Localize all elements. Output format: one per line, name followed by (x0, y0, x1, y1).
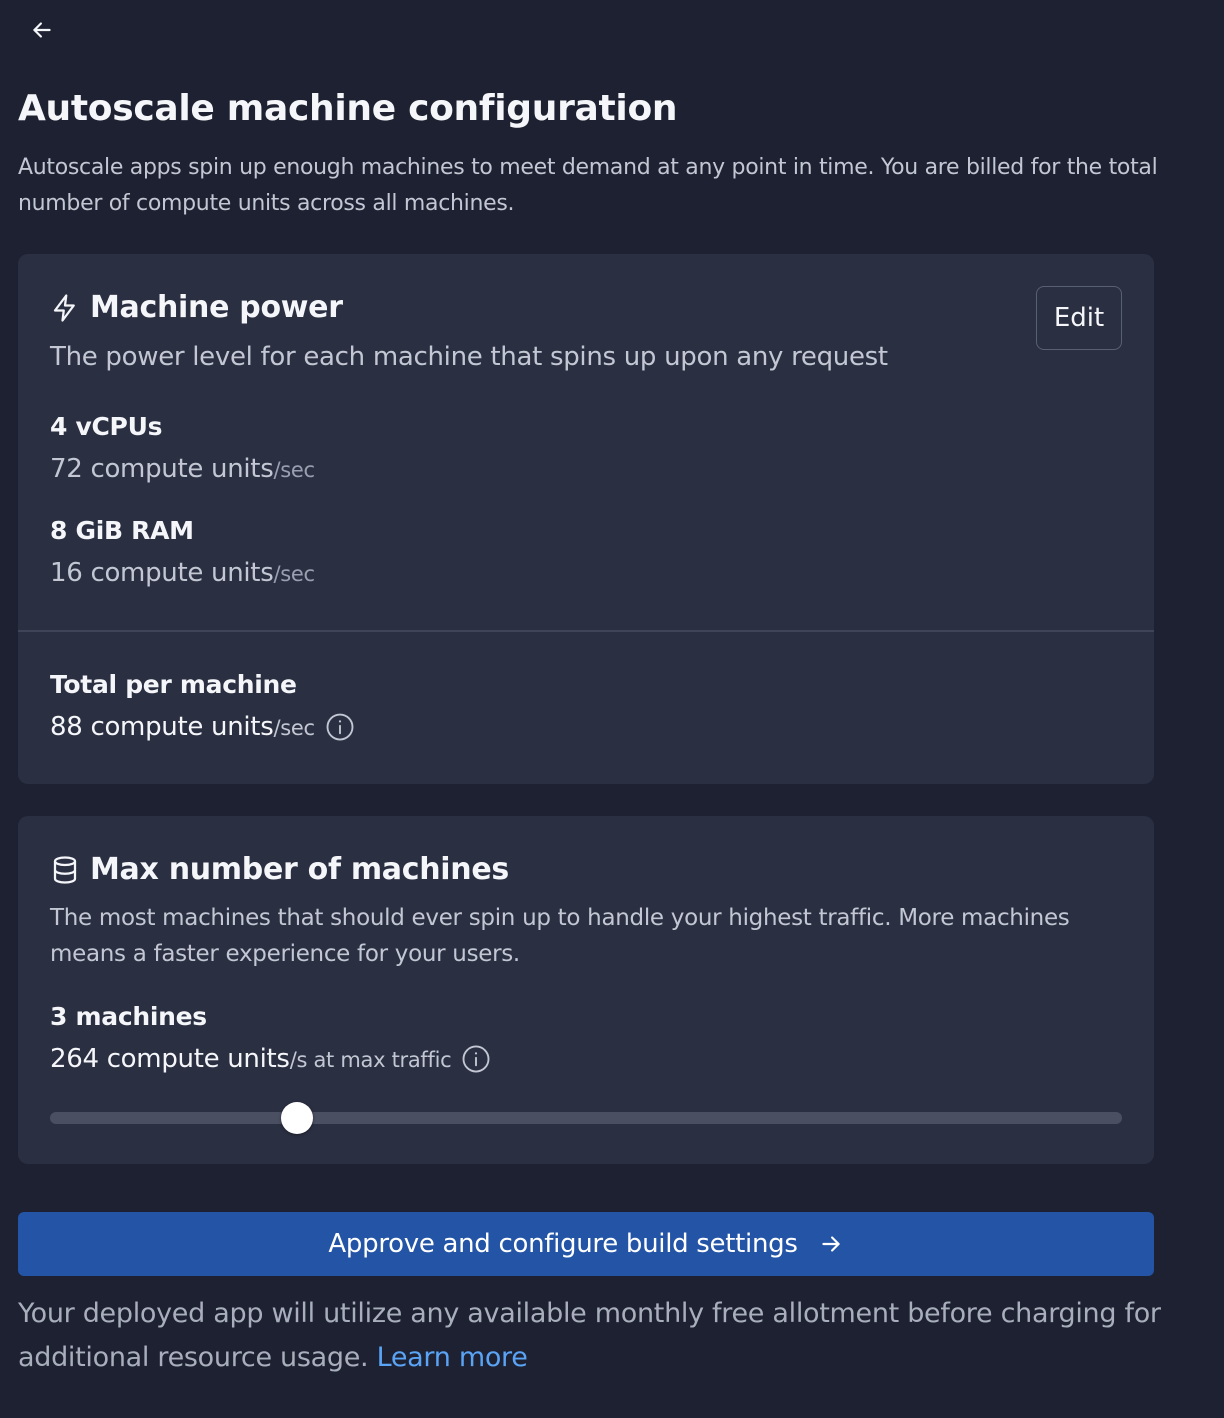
machine-count-label: 3 machines (50, 1002, 207, 1031)
max-machines-card: Max number of machines The most machines… (18, 816, 1154, 1164)
page-title: Autoscale machine configuration (18, 88, 678, 129)
machine-power-title: Machine power (90, 290, 343, 325)
max-machines-description: The most machines that should ever spin … (50, 905, 1070, 967)
lightning-icon (53, 293, 75, 322)
per-sec-unit: /sec (273, 716, 315, 740)
max-traffic-compute-units: 264 compute units/s at max traffic (50, 1044, 491, 1074)
slider-track[interactable] (50, 1112, 1122, 1124)
page-intro: Autoscale apps spin up enough machines t… (18, 155, 1158, 216)
machine-power-description: The power level for each machine that sp… (50, 342, 888, 372)
vcpu-compute-units: 72 compute units/sec (50, 454, 315, 484)
back-button[interactable] (26, 14, 58, 46)
vcpu-label: 4 vCPUs (50, 412, 163, 441)
ram-label: 8 GiB RAM (50, 516, 194, 545)
slider-thumb[interactable] (280, 1102, 313, 1134)
footer-text: Your deployed app will utilize any avail… (18, 1298, 1161, 1373)
learn-more-link[interactable]: Learn more (377, 1342, 528, 1373)
info-icon[interactable] (461, 1044, 491, 1074)
approve-button-label: Approve and configure build settings (328, 1229, 798, 1259)
edit-button[interactable]: Edit (1036, 286, 1122, 350)
total-units-value: 88 compute units (50, 712, 274, 742)
card-divider (18, 630, 1154, 632)
ram-units-value: 16 compute units (50, 558, 274, 588)
per-sec-unit: /sec (273, 562, 315, 586)
info-icon[interactable] (325, 712, 355, 742)
database-icon (53, 855, 77, 884)
footer-note: Your deployed app will utilize any avail… (18, 1292, 1168, 1380)
ram-compute-units: 16 compute units/sec (50, 558, 315, 588)
machine-power-header: Machine power (50, 290, 343, 325)
max-machines-title: Max number of machines (90, 852, 509, 887)
max-units-suffix: /s at max traffic (289, 1048, 452, 1072)
total-compute-units: 88 compute units/sec (50, 712, 355, 742)
total-per-machine-label: Total per machine (50, 670, 297, 699)
machine-count-slider[interactable] (50, 1102, 1122, 1134)
max-units-value: 264 compute units (50, 1044, 290, 1074)
max-machines-header: Max number of machines (50, 852, 509, 887)
approve-button[interactable]: Approve and configure build settings (18, 1212, 1154, 1276)
arrow-right-icon (821, 1236, 840, 1252)
vcpu-units-value: 72 compute units (50, 454, 274, 484)
per-sec-unit: /sec (273, 458, 315, 482)
arrow-left-icon (33, 22, 51, 38)
machine-power-card: Machine power Edit The power level for e… (18, 254, 1154, 784)
